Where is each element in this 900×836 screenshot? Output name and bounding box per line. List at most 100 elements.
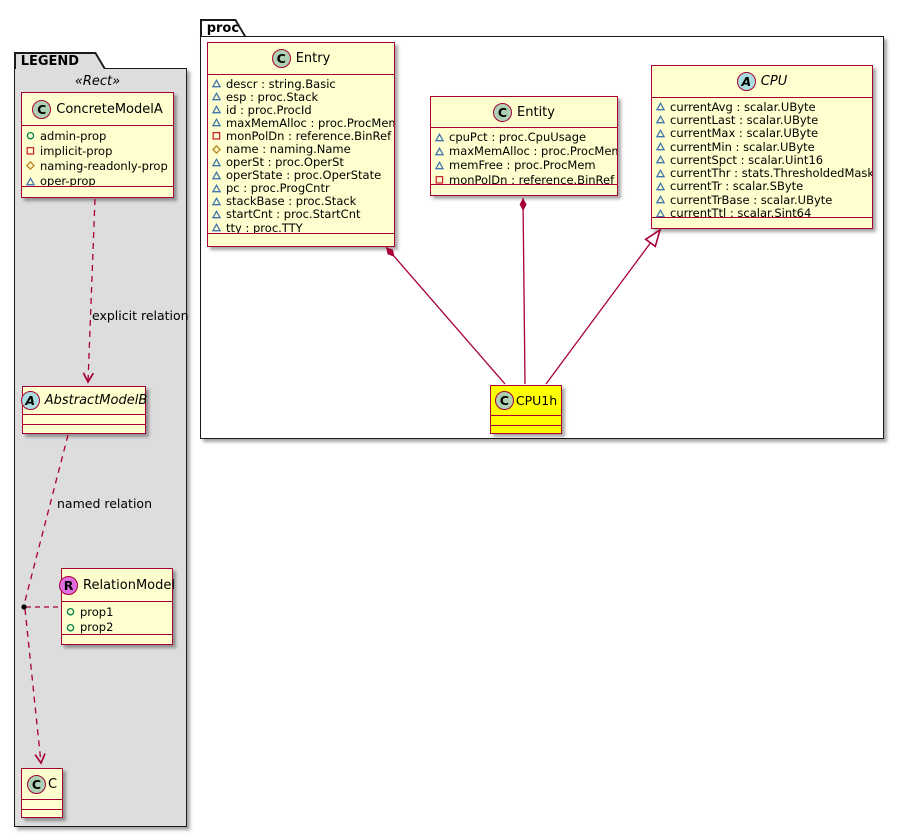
square-icon	[26, 146, 36, 155]
square-icon	[212, 131, 222, 140]
triangle-icon	[26, 177, 36, 186]
member-label: operSt : proc.OperSt	[226, 155, 344, 169]
square-icon	[435, 175, 445, 184]
member-row: maxMemAlloc : proc.ProcMem	[212, 116, 391, 129]
triangle-icon	[656, 129, 666, 138]
member-label: currentMax : scalar.UByte	[670, 126, 818, 140]
member-row: implicit-prop	[26, 143, 170, 158]
proc-package-tab: proc	[200, 19, 246, 36]
member-label: monPolDn : reference.BinRef	[226, 129, 391, 143]
member-label: currentLast : scalar.UByte	[670, 113, 818, 127]
class-name: RelationModel	[83, 578, 175, 593]
class-entity: C Entity cpuPct : proc.CpuUsagemaxMemAll…	[430, 96, 618, 196]
triangle-icon	[656, 115, 666, 124]
class-relationmodel-header: R RelationModel	[62, 569, 172, 602]
triangle-icon	[435, 161, 445, 170]
circle-icon	[26, 131, 36, 140]
member-row: naming-readonly-prop	[26, 158, 170, 173]
member-label: tty : proc.TTY	[226, 221, 303, 234]
member-label: currentTtl : scalar.Sint64	[670, 206, 811, 218]
member-label: currentTr : scalar.SByte	[670, 179, 803, 193]
class-abstractmodelb: A AbstractModelB	[22, 386, 146, 434]
member-label: currentMin : scalar.UByte	[670, 140, 815, 154]
member-row: descr : string.Basic	[212, 77, 391, 90]
member-label: pc : proc.ProgCntr	[226, 181, 330, 195]
member-row: currentTrBase : scalar.UByte	[656, 193, 869, 206]
member-row: id : proc.ProcId	[212, 103, 391, 116]
named-relation-label: named relation	[57, 496, 152, 511]
class-entry: C Entry descr : string.Basicesp : proc.S…	[207, 42, 395, 247]
class-cpu1h-header: C CPU1h	[491, 386, 561, 416]
class-name: Entity	[517, 105, 555, 120]
member-row: monPolDn : reference.BinRef	[212, 129, 391, 142]
class-concretemodela-header: C ConcreteModelA	[22, 93, 173, 126]
member-row: operSt : proc.OperSt	[212, 156, 391, 169]
triangle-icon	[435, 133, 445, 142]
member-row: operState : proc.OperState	[212, 169, 391, 182]
class-name: ConcreteModelA	[56, 102, 163, 117]
diamond-icon	[212, 145, 222, 154]
diamond-icon	[26, 161, 36, 170]
member-row: pc : proc.ProgCntr	[212, 182, 391, 195]
member-row: memFree : proc.ProcMem	[435, 158, 614, 172]
triangle-icon	[656, 169, 666, 178]
class-spot-icon: C	[32, 100, 51, 119]
member-label: naming-readonly-prop	[40, 159, 168, 173]
circle-icon	[66, 607, 76, 616]
class-name: CPU	[761, 74, 787, 89]
class-relationmodel: R RelationModel prop1prop2	[61, 568, 173, 645]
triangle-icon	[435, 147, 445, 156]
member-row: admin-prop	[26, 128, 170, 143]
relation-spot-icon: R	[59, 576, 78, 595]
triangle-icon	[212, 158, 222, 167]
triangle-icon	[656, 155, 666, 164]
member-row: maxMemAlloc : proc.ProcMem	[435, 144, 614, 158]
member-label: startCnt : proc.StartCnt	[226, 207, 361, 221]
member-label: maxMemAlloc : proc.ProcMem	[449, 144, 617, 158]
member-label: monPolDn : reference.BinRef	[449, 173, 614, 185]
class-abstractmodelb-header: A AbstractModelB	[23, 387, 145, 415]
member-row: currentMin : scalar.UByte	[656, 140, 869, 153]
triangle-icon	[656, 182, 666, 191]
class-cpu1h: C CPU1h	[490, 385, 562, 434]
member-label: cpuPct : proc.CpuUsage	[449, 130, 586, 144]
member-label: currentThr : stats.ThresholdedMask	[670, 166, 872, 180]
class-name: AbstractModelB	[45, 393, 148, 408]
member-row: monPolDn : reference.BinRef	[435, 173, 614, 185]
circle-icon	[66, 623, 76, 632]
explicit-relation-label: explicit relation	[92, 308, 189, 323]
class-spot-icon: C	[27, 775, 46, 794]
member-row: currentLast : scalar.UByte	[656, 113, 869, 126]
triangle-icon	[212, 79, 222, 88]
member-row: currentMax : scalar.UByte	[656, 127, 869, 140]
member-label: prop1	[80, 605, 113, 619]
class-spot-icon: C	[272, 49, 291, 68]
member-label: admin-prop	[40, 129, 106, 143]
member-label: id : proc.ProcId	[226, 103, 312, 117]
triangle-icon	[656, 102, 666, 111]
member-row: esp : proc.Stack	[212, 90, 391, 103]
legend-package-title: LEGEND	[21, 54, 79, 69]
member-row: prop2	[66, 620, 169, 636]
class-cpu-header: A CPU	[652, 66, 872, 98]
triangle-icon	[212, 197, 222, 206]
triangle-icon	[656, 195, 666, 204]
member-row: oper-prop	[26, 174, 170, 187]
member-label: currentAvg : scalar.UByte	[670, 100, 816, 114]
class-name: CPU1h	[516, 393, 557, 408]
member-row: stackBase : proc.Stack	[212, 195, 391, 208]
triangle-icon	[212, 118, 222, 127]
member-label: name : naming.Name	[226, 142, 351, 156]
member-row: tty : proc.TTY	[212, 221, 391, 234]
triangle-icon	[656, 142, 666, 151]
member-row: prop1	[66, 604, 169, 620]
member-label: descr : string.Basic	[226, 77, 336, 91]
triangle-icon	[656, 209, 666, 218]
triangle-icon	[212, 210, 222, 219]
proc-package-title: proc	[207, 21, 239, 36]
member-row: startCnt : proc.StartCnt	[212, 208, 391, 221]
member-row: name : naming.Name	[212, 142, 391, 155]
abstract-spot-icon: A	[21, 391, 40, 410]
class-c-header: C C	[22, 769, 62, 800]
triangle-icon	[212, 171, 222, 180]
